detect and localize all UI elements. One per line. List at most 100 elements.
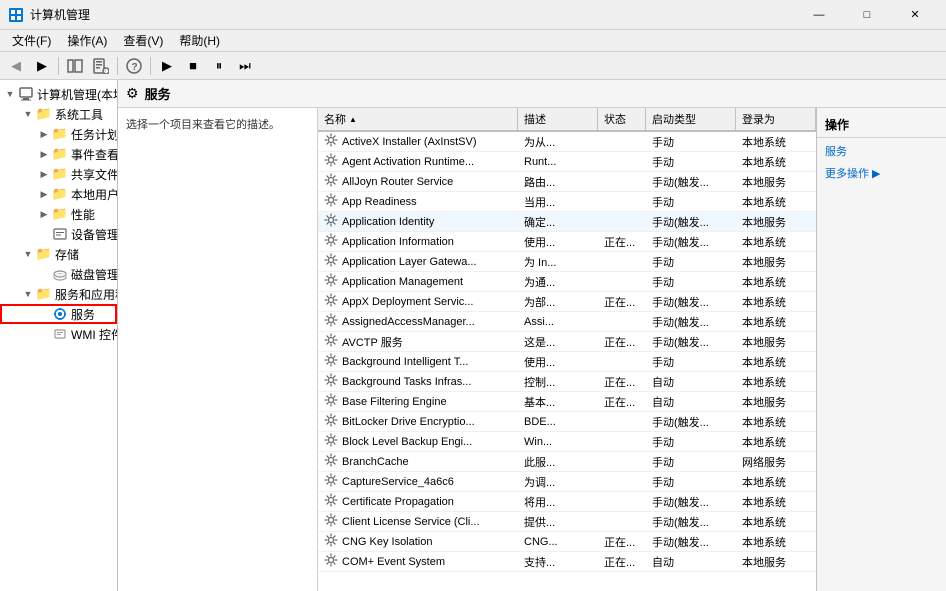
service-desc: BDE... — [518, 415, 598, 429]
service-row[interactable]: Agent Activation Runtime... Runt... 手动 本… — [318, 152, 816, 172]
service-row[interactable]: Client License Service (Cli... 提供... 手动(… — [318, 512, 816, 532]
service-row[interactable]: AppX Deployment Servic... 为部... 正在... 手动… — [318, 292, 816, 312]
menu-file[interactable]: 文件(F) — [4, 30, 59, 51]
service-name: Base Filtering Engine — [318, 392, 518, 411]
tree-services-apps[interactable]: ▼ 📁 服务和应用程序 — [0, 284, 117, 304]
service-row[interactable]: BitLocker Drive Encryptio... BDE... 手动(触… — [318, 412, 816, 432]
tree-disk-mgmt[interactable]: 磁盘管理 — [0, 264, 117, 284]
service-login: 网络服务 — [736, 453, 816, 471]
tree-performance[interactable]: ▶ 📁 性能 — [0, 204, 117, 224]
resume-button[interactable]: ⏭ — [233, 55, 257, 77]
service-row[interactable]: Base Filtering Engine 基本... 正在... 自动 本地服… — [318, 392, 816, 412]
service-desc: 基本... — [518, 393, 598, 411]
service-login: 本地系统 — [736, 133, 816, 151]
service-row[interactable]: AssignedAccessManager... Assi... 手动(触发..… — [318, 312, 816, 332]
menu-view[interactable]: 查看(V) — [115, 30, 171, 51]
menu-action[interactable]: 操作(A) — [59, 30, 115, 51]
service-startup: 手动(触发... — [646, 213, 736, 231]
services-header-icon: ⚙ — [126, 85, 139, 102]
app-icon — [8, 7, 24, 23]
service-status — [598, 201, 646, 203]
run-button[interactable]: ▶ — [155, 55, 179, 77]
col-header-status[interactable]: 状态 — [598, 108, 646, 130]
services-header-title: 服务 — [145, 84, 171, 103]
service-row[interactable]: Background Intelligent T... 使用... 手动 本地系… — [318, 352, 816, 372]
expand-services — [36, 306, 52, 322]
tree-services[interactable]: 服务 — [0, 304, 117, 324]
action-services[interactable]: 服务 — [817, 140, 946, 162]
service-row[interactable]: Application Management 为通... 手动 本地系统 — [318, 272, 816, 292]
service-row[interactable]: BranchCache 此服... 手动 网络服务 — [318, 452, 816, 472]
properties-button[interactable]: i — [89, 55, 113, 77]
tree-shared-folders[interactable]: ▶ 📁 共享文件夹 — [0, 164, 117, 184]
maximize-button[interactable]: □ — [844, 0, 890, 30]
service-row[interactable]: App Readiness 当用... 手动 本地系统 — [318, 192, 816, 212]
tree-root-item[interactable]: ▼ 计算机管理(本地) — [0, 84, 117, 104]
service-row[interactable]: AllJoyn Router Service 路由... 手动(触发... 本地… — [318, 172, 816, 192]
col-header-name[interactable]: 名称 ▲ — [318, 108, 518, 130]
service-gear-icon — [324, 553, 338, 570]
service-desc: Runt... — [518, 155, 598, 169]
service-name: Application Identity — [318, 212, 518, 231]
service-row[interactable]: AVCTP 服务 这是... 正在... 手动(触发... 本地服务 — [318, 332, 816, 352]
service-name: Block Level Backup Engi... — [318, 432, 518, 451]
service-login: 本地系统 — [736, 413, 816, 431]
forward-button[interactable]: ▶ — [30, 55, 54, 77]
service-row[interactable]: Application Identity 确定... 手动(触发... 本地服务 — [318, 212, 816, 232]
service-desc: 为调... — [518, 473, 598, 491]
service-row[interactable]: Background Tasks Infras... 控制... 正在... 自… — [318, 372, 816, 392]
service-startup: 手动(触发... — [646, 493, 736, 511]
tree-system-tools[interactable]: ▼ 📁 系统工具 — [0, 104, 117, 124]
tree-device-manager[interactable]: 设备管理器 — [0, 224, 117, 244]
service-name: AppX Deployment Servic... — [318, 292, 518, 311]
service-login: 本地系统 — [736, 373, 816, 391]
service-startup: 自动 — [646, 393, 736, 411]
service-startup: 手动(触发... — [646, 233, 736, 251]
tree-task-scheduler[interactable]: ▶ 📁 任务计划程序 — [0, 124, 117, 144]
action-more-arrow: ▶ — [872, 167, 880, 180]
service-name: Application Management — [318, 272, 518, 291]
service-gear-icon — [324, 153, 338, 170]
folder-icon-shared: 📁 — [52, 166, 68, 182]
service-row[interactable]: COM+ Event System 支持... 正在... 自动 本地服务 — [318, 552, 816, 572]
col-header-login[interactable]: 登录为 — [736, 108, 816, 130]
tree-storage[interactable]: ▼ 📁 存储 — [0, 244, 117, 264]
tree-root: ▼ 计算机管理(本地) ▼ 📁 系统工具 ▶ 📁 — [0, 80, 117, 348]
service-row[interactable]: ActiveX Installer (AxInstSV) 为从... 手动 本地… — [318, 132, 816, 152]
show-hide-tree-button[interactable] — [63, 55, 87, 77]
menu-help[interactable]: 帮助(H) — [171, 30, 228, 51]
service-list[interactable]: 名称 ▲ 描述 状态 启动类型 登录为 — [318, 108, 816, 591]
service-status — [598, 321, 646, 323]
expand-storage: ▼ — [20, 246, 36, 262]
service-row[interactable]: CaptureService_4a6c6 为调... 手动 本地系统 — [318, 472, 816, 492]
col-header-desc[interactable]: 描述 — [518, 108, 598, 130]
service-startup: 手动 — [646, 193, 736, 211]
service-desc: 为 In... — [518, 253, 598, 271]
tree-wmi[interactable]: WMI 控件 — [0, 324, 117, 344]
minimize-button[interactable]: — — [796, 0, 842, 30]
tree-event-viewer[interactable]: ▶ 📁 事件查看器 — [0, 144, 117, 164]
expand-performance: ▶ — [36, 206, 52, 222]
service-row[interactable]: Application Information 使用... 正在... 手动(触… — [318, 232, 816, 252]
service-status: 正在... — [598, 373, 646, 391]
action-more[interactable]: 更多操作 ▶ — [817, 162, 946, 184]
main-container: ▼ 计算机管理(本地) ▼ 📁 系统工具 ▶ 📁 — [0, 80, 946, 591]
close-button[interactable]: ✕ — [892, 0, 938, 30]
service-desc: 当用... — [518, 193, 598, 211]
back-button[interactable]: ◀ — [4, 55, 28, 77]
service-name: Background Intelligent T... — [318, 352, 518, 371]
folder-icon-event: 📁 — [52, 146, 68, 162]
pause-button[interactable]: ⏸ — [207, 55, 231, 77]
list-header: 名称 ▲ 描述 状态 启动类型 登录为 — [318, 108, 816, 132]
help-button[interactable]: ? — [122, 55, 146, 77]
service-name: Application Layer Gatewa... — [318, 252, 518, 271]
tree-local-users[interactable]: ▶ 📁 本地用户和组 — [0, 184, 117, 204]
service-row[interactable]: CNG Key Isolation CNG... 正在... 手动(触发... … — [318, 532, 816, 552]
stop-button[interactable]: ■ — [181, 55, 205, 77]
service-row[interactable]: Application Layer Gatewa... 为 In... 手动 本… — [318, 252, 816, 272]
service-row[interactable]: Certificate Propagation 将用... 手动(触发... 本… — [318, 492, 816, 512]
service-row[interactable]: Block Level Backup Engi... Win... 手动 本地系… — [318, 432, 816, 452]
col-header-startup[interactable]: 启动类型 — [646, 108, 736, 130]
service-desc: 这是... — [518, 333, 598, 351]
storage-label: 存储 — [55, 246, 79, 263]
